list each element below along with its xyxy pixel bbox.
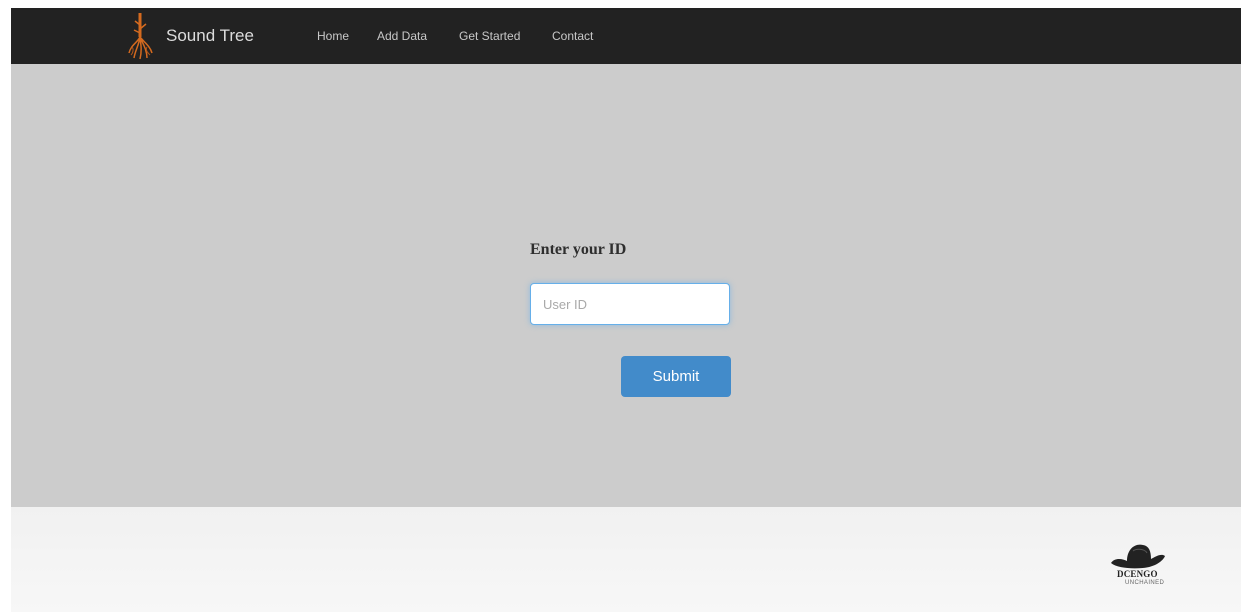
brand-name[interactable]: Sound Tree xyxy=(166,26,254,46)
top-navbar: Sound Tree Home Add Data Get Started Con… xyxy=(11,8,1241,64)
footer: DCENGO UNCHAINED xyxy=(11,507,1241,612)
user-id-input[interactable] xyxy=(530,283,730,325)
footer-logo-name: DCENGO xyxy=(1117,569,1158,579)
tree-roots-icon[interactable] xyxy=(125,11,155,61)
form-title: Enter your ID xyxy=(530,241,627,258)
login-panel: Enter your ID Submit xyxy=(11,64,1241,507)
nav-link-get-started[interactable]: Get Started xyxy=(459,29,520,43)
nav-link-contact[interactable]: Contact xyxy=(552,29,593,43)
nav-link-add-data[interactable]: Add Data xyxy=(377,29,427,43)
footer-logo-sub: UNCHAINED xyxy=(1125,580,1165,586)
nav-link-home[interactable]: Home xyxy=(317,29,349,43)
submit-button[interactable]: Submit xyxy=(621,356,731,397)
